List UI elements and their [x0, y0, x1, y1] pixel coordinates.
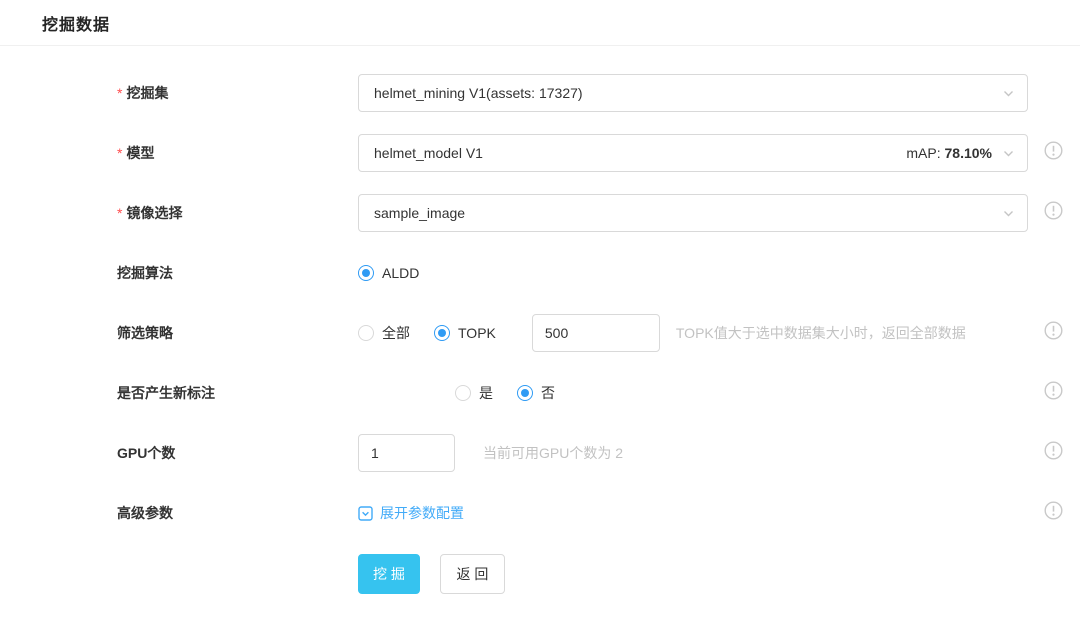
radio-circle-icon — [358, 325, 374, 341]
required-mark: * — [117, 145, 122, 161]
radio-no-label: 否 — [541, 383, 555, 403]
radio-circle-icon — [517, 385, 533, 401]
topk-input[interactable] — [532, 314, 660, 352]
topk-hint: TOPK值大于选中数据集大小时，返回全部数据 — [676, 323, 966, 343]
radio-yes-label: 是 — [479, 383, 493, 403]
radio-aldd[interactable]: ALDD — [358, 265, 419, 281]
info-icon[interactable] — [1044, 201, 1063, 225]
image-value: sample_image — [374, 205, 465, 221]
radio-topk-label: TOPK — [458, 325, 496, 341]
radio-circle-icon — [455, 385, 471, 401]
expand-params-link[interactable]: 展开参数配置 — [358, 503, 464, 523]
form-row-model: *模型 helmet_model V1 mAP: 78.10% — [117, 134, 1080, 172]
page-header: 挖掘数据 — [0, 0, 1080, 46]
model-select[interactable]: helmet_model V1 mAP: 78.10% — [358, 134, 1028, 172]
chevron-down-icon — [1002, 87, 1015, 100]
model-map-value: 78.10% — [945, 145, 992, 161]
image-select[interactable]: sample_image — [358, 194, 1028, 232]
gpu-label: GPU个数 — [117, 443, 358, 463]
form-row-strategy: 筛选策略 全部 TOPK TOPK值大于选中数据集大小时，返回全部数据 — [117, 314, 1080, 352]
radio-all-label: 全部 — [382, 323, 410, 343]
chevron-down-icon — [1002, 147, 1015, 160]
gpu-hint: 当前可用GPU个数为 2 — [483, 443, 623, 463]
model-label: *模型 — [117, 143, 358, 163]
mine-button[interactable]: 挖 掘 — [358, 554, 420, 594]
form-row-new-annotation: 是否产生新标注 是 否 — [117, 374, 1080, 412]
image-label: *镜像选择 — [117, 203, 358, 223]
advanced-label: 高级参数 — [117, 503, 358, 523]
mining-set-value: helmet_mining V1(assets: 17327) — [374, 85, 583, 101]
expand-params-text: 展开参数配置 — [380, 503, 464, 523]
back-button[interactable]: 返 回 — [440, 554, 505, 594]
info-icon[interactable] — [1044, 441, 1063, 465]
chevron-down-icon — [1002, 207, 1015, 220]
model-map-text: mAP: 78.10% — [906, 145, 992, 161]
model-value: helmet_model V1 — [374, 145, 483, 161]
mining-form: *挖掘集 helmet_mining V1(assets: 17327) *模型… — [0, 46, 1080, 594]
info-icon[interactable] — [1044, 501, 1063, 525]
radio-circle-icon — [358, 265, 374, 281]
form-row-gpu: GPU个数 当前可用GPU个数为 2 — [117, 434, 1080, 472]
form-row-mining-set: *挖掘集 helmet_mining V1(assets: 17327) — [117, 74, 1080, 112]
info-icon[interactable] — [1044, 381, 1063, 405]
algorithm-label: 挖掘算法 — [117, 263, 358, 283]
form-row-advanced: 高级参数 展开参数配置 — [117, 494, 1080, 532]
form-row-image: *镜像选择 sample_image — [117, 194, 1080, 232]
strategy-label: 筛选策略 — [117, 323, 358, 343]
required-mark: * — [117, 85, 122, 101]
mining-set-select[interactable]: helmet_mining V1(assets: 17327) — [358, 74, 1028, 112]
mining-set-label: *挖掘集 — [117, 83, 358, 103]
required-mark: * — [117, 205, 122, 221]
page-title: 挖掘数据 — [42, 11, 110, 35]
down-square-icon — [358, 506, 373, 521]
gpu-count-input[interactable] — [358, 434, 455, 472]
radio-circle-icon — [434, 325, 450, 341]
radio-topk[interactable]: TOPK — [434, 325, 496, 341]
new-annotation-label: 是否产生新标注 — [117, 383, 358, 403]
radio-no[interactable]: 否 — [517, 383, 555, 403]
form-actions: 挖 掘 返 回 — [117, 554, 1080, 594]
form-row-algorithm: 挖掘算法 ALDD — [117, 254, 1080, 292]
radio-aldd-label: ALDD — [382, 265, 419, 281]
info-icon[interactable] — [1044, 141, 1063, 165]
radio-yes[interactable]: 是 — [455, 383, 493, 403]
radio-all[interactable]: 全部 — [358, 323, 410, 343]
info-icon[interactable] — [1044, 321, 1063, 345]
